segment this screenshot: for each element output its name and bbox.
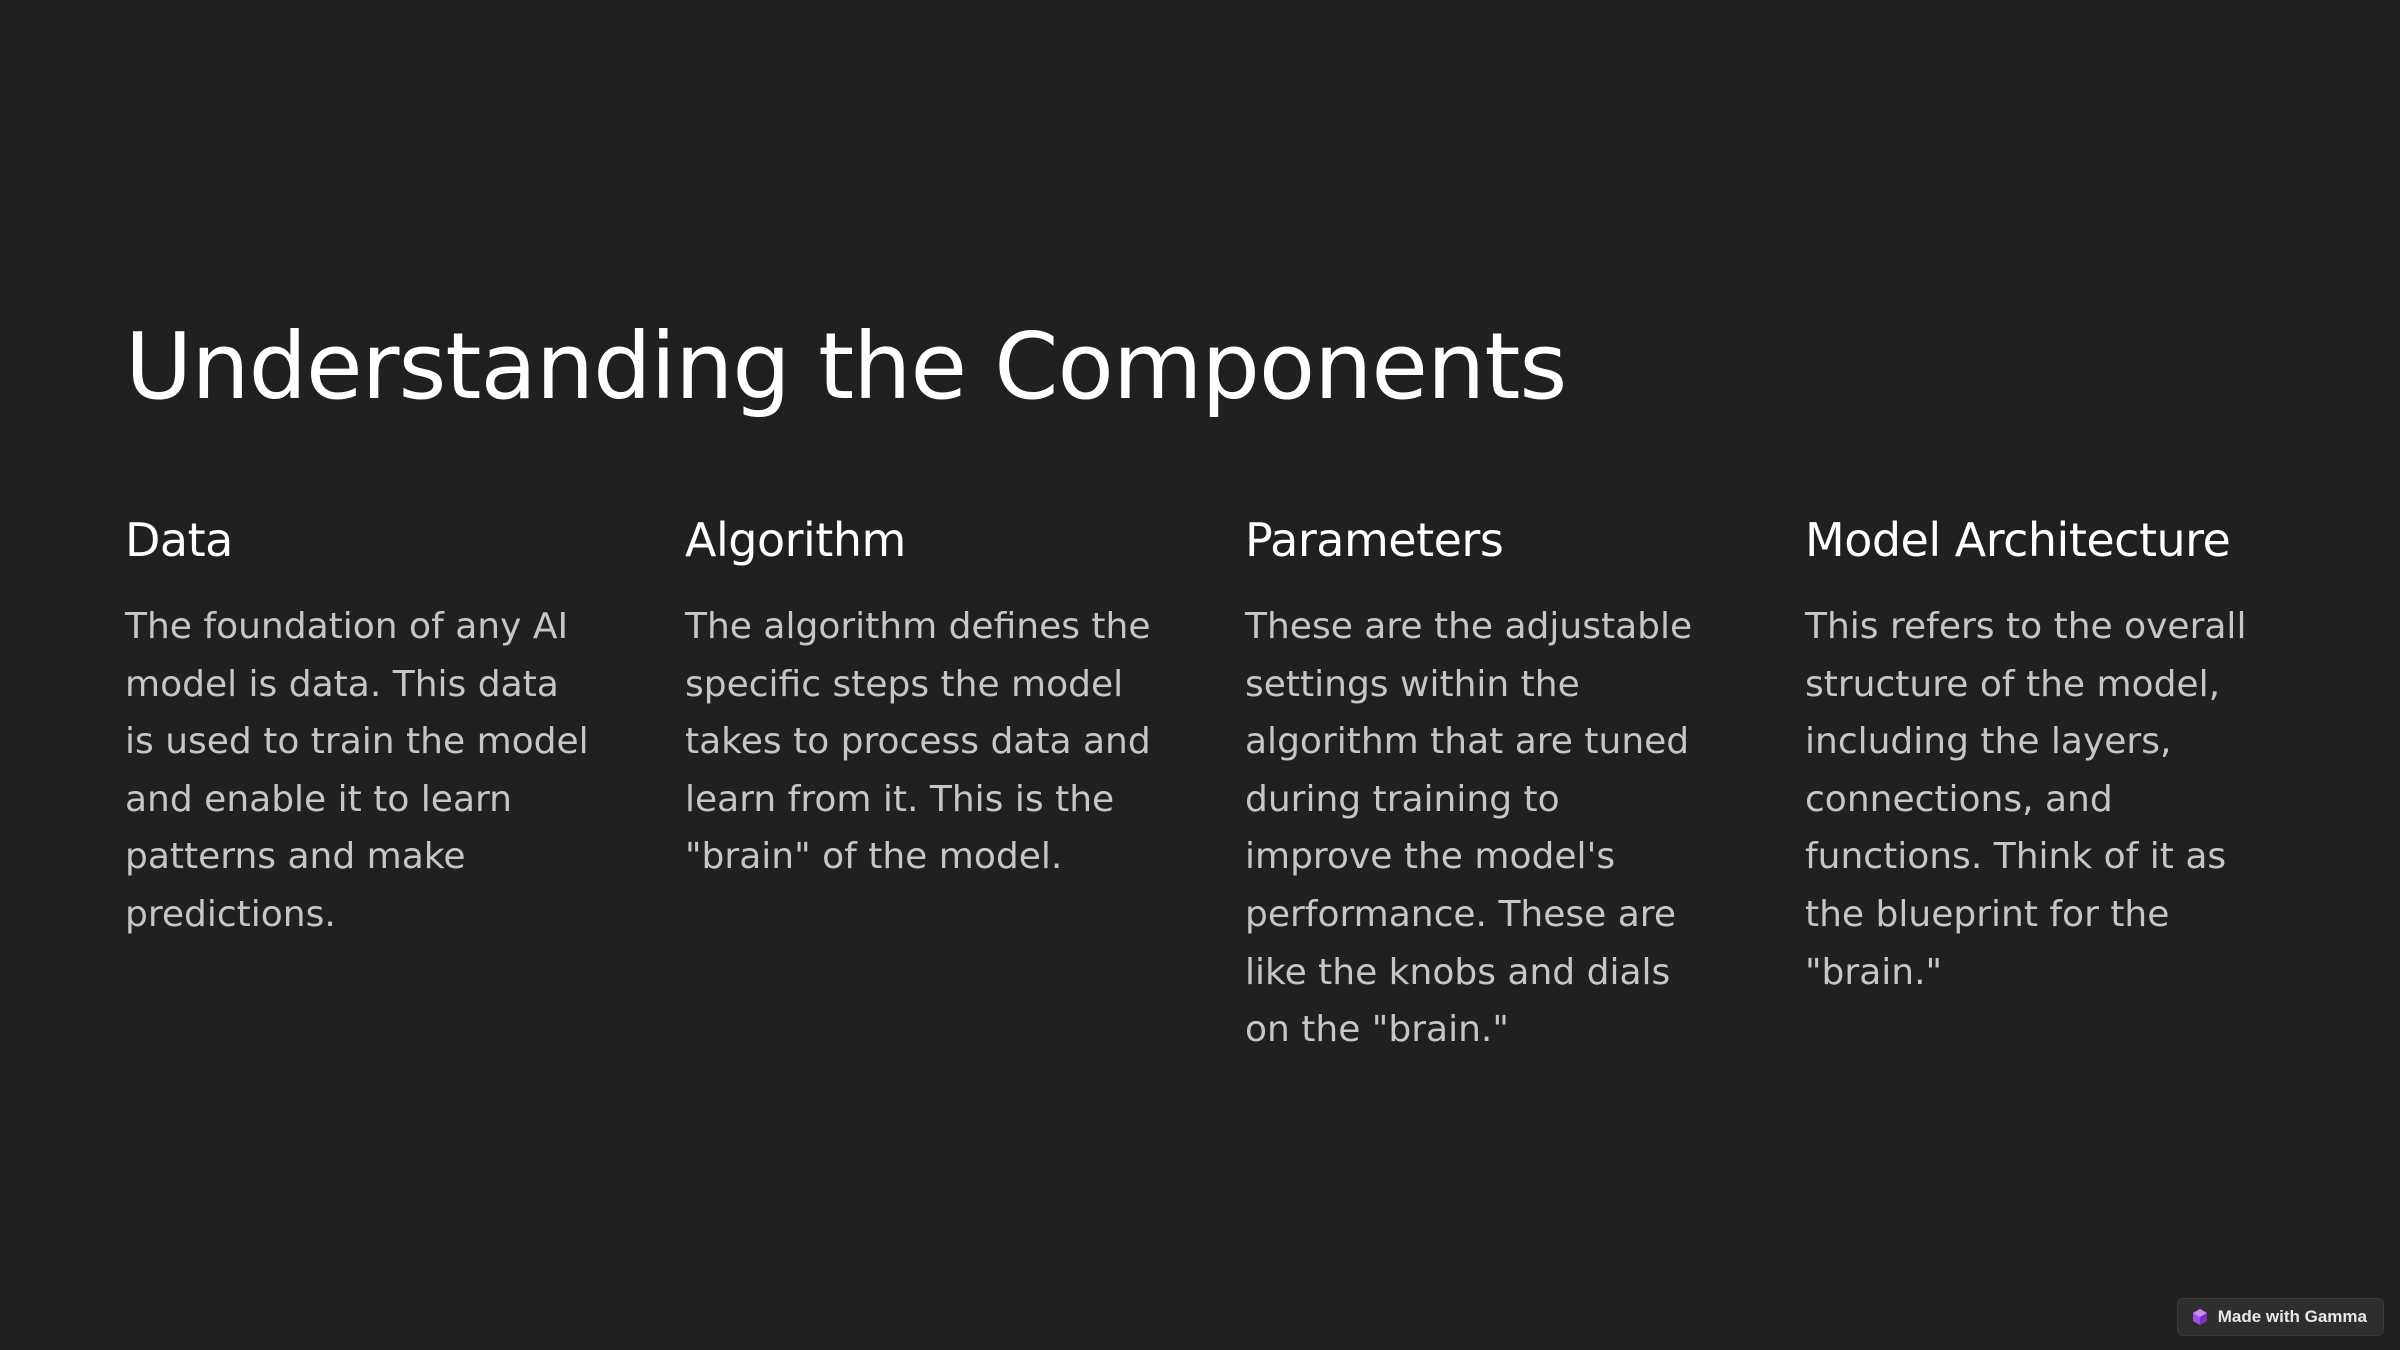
column-heading: Model Architecture — [1805, 513, 2231, 567]
column-data: Data The foundation of any AI model is d… — [125, 508, 595, 1059]
made-with-gamma-badge[interactable]: Made with Gamma — [2176, 1298, 2384, 1336]
column-parameters: Parameters These are the adjustable sett… — [1245, 508, 1715, 1059]
components-columns: Data The foundation of any AI model is d… — [125, 508, 2275, 1059]
column-body: The foundation of any AI model is data. … — [125, 606, 589, 935]
column-algorithm: Algorithm The algorithm defines the spec… — [685, 508, 1155, 1059]
column-heading: Algorithm — [685, 513, 906, 567]
gamma-logo-icon — [2192, 1309, 2207, 1325]
slide: Understanding the Components Data The fo… — [0, 0, 2400, 1350]
slide-title: Understanding the Components — [125, 313, 1567, 420]
column-body: This refers to the overall structure of … — [1805, 606, 2247, 993]
badge-label: Made with Gamma — [2217, 1307, 2367, 1326]
column-body: The algorithm defines the specific steps… — [685, 606, 1151, 878]
column-heading: Parameters — [1245, 513, 1504, 567]
column-body: These are the adjustable settings within… — [1245, 606, 1693, 1051]
column-heading: Data — [125, 513, 233, 567]
column-model-architecture: Model Architecture This refers to the ov… — [1805, 508, 2275, 1059]
